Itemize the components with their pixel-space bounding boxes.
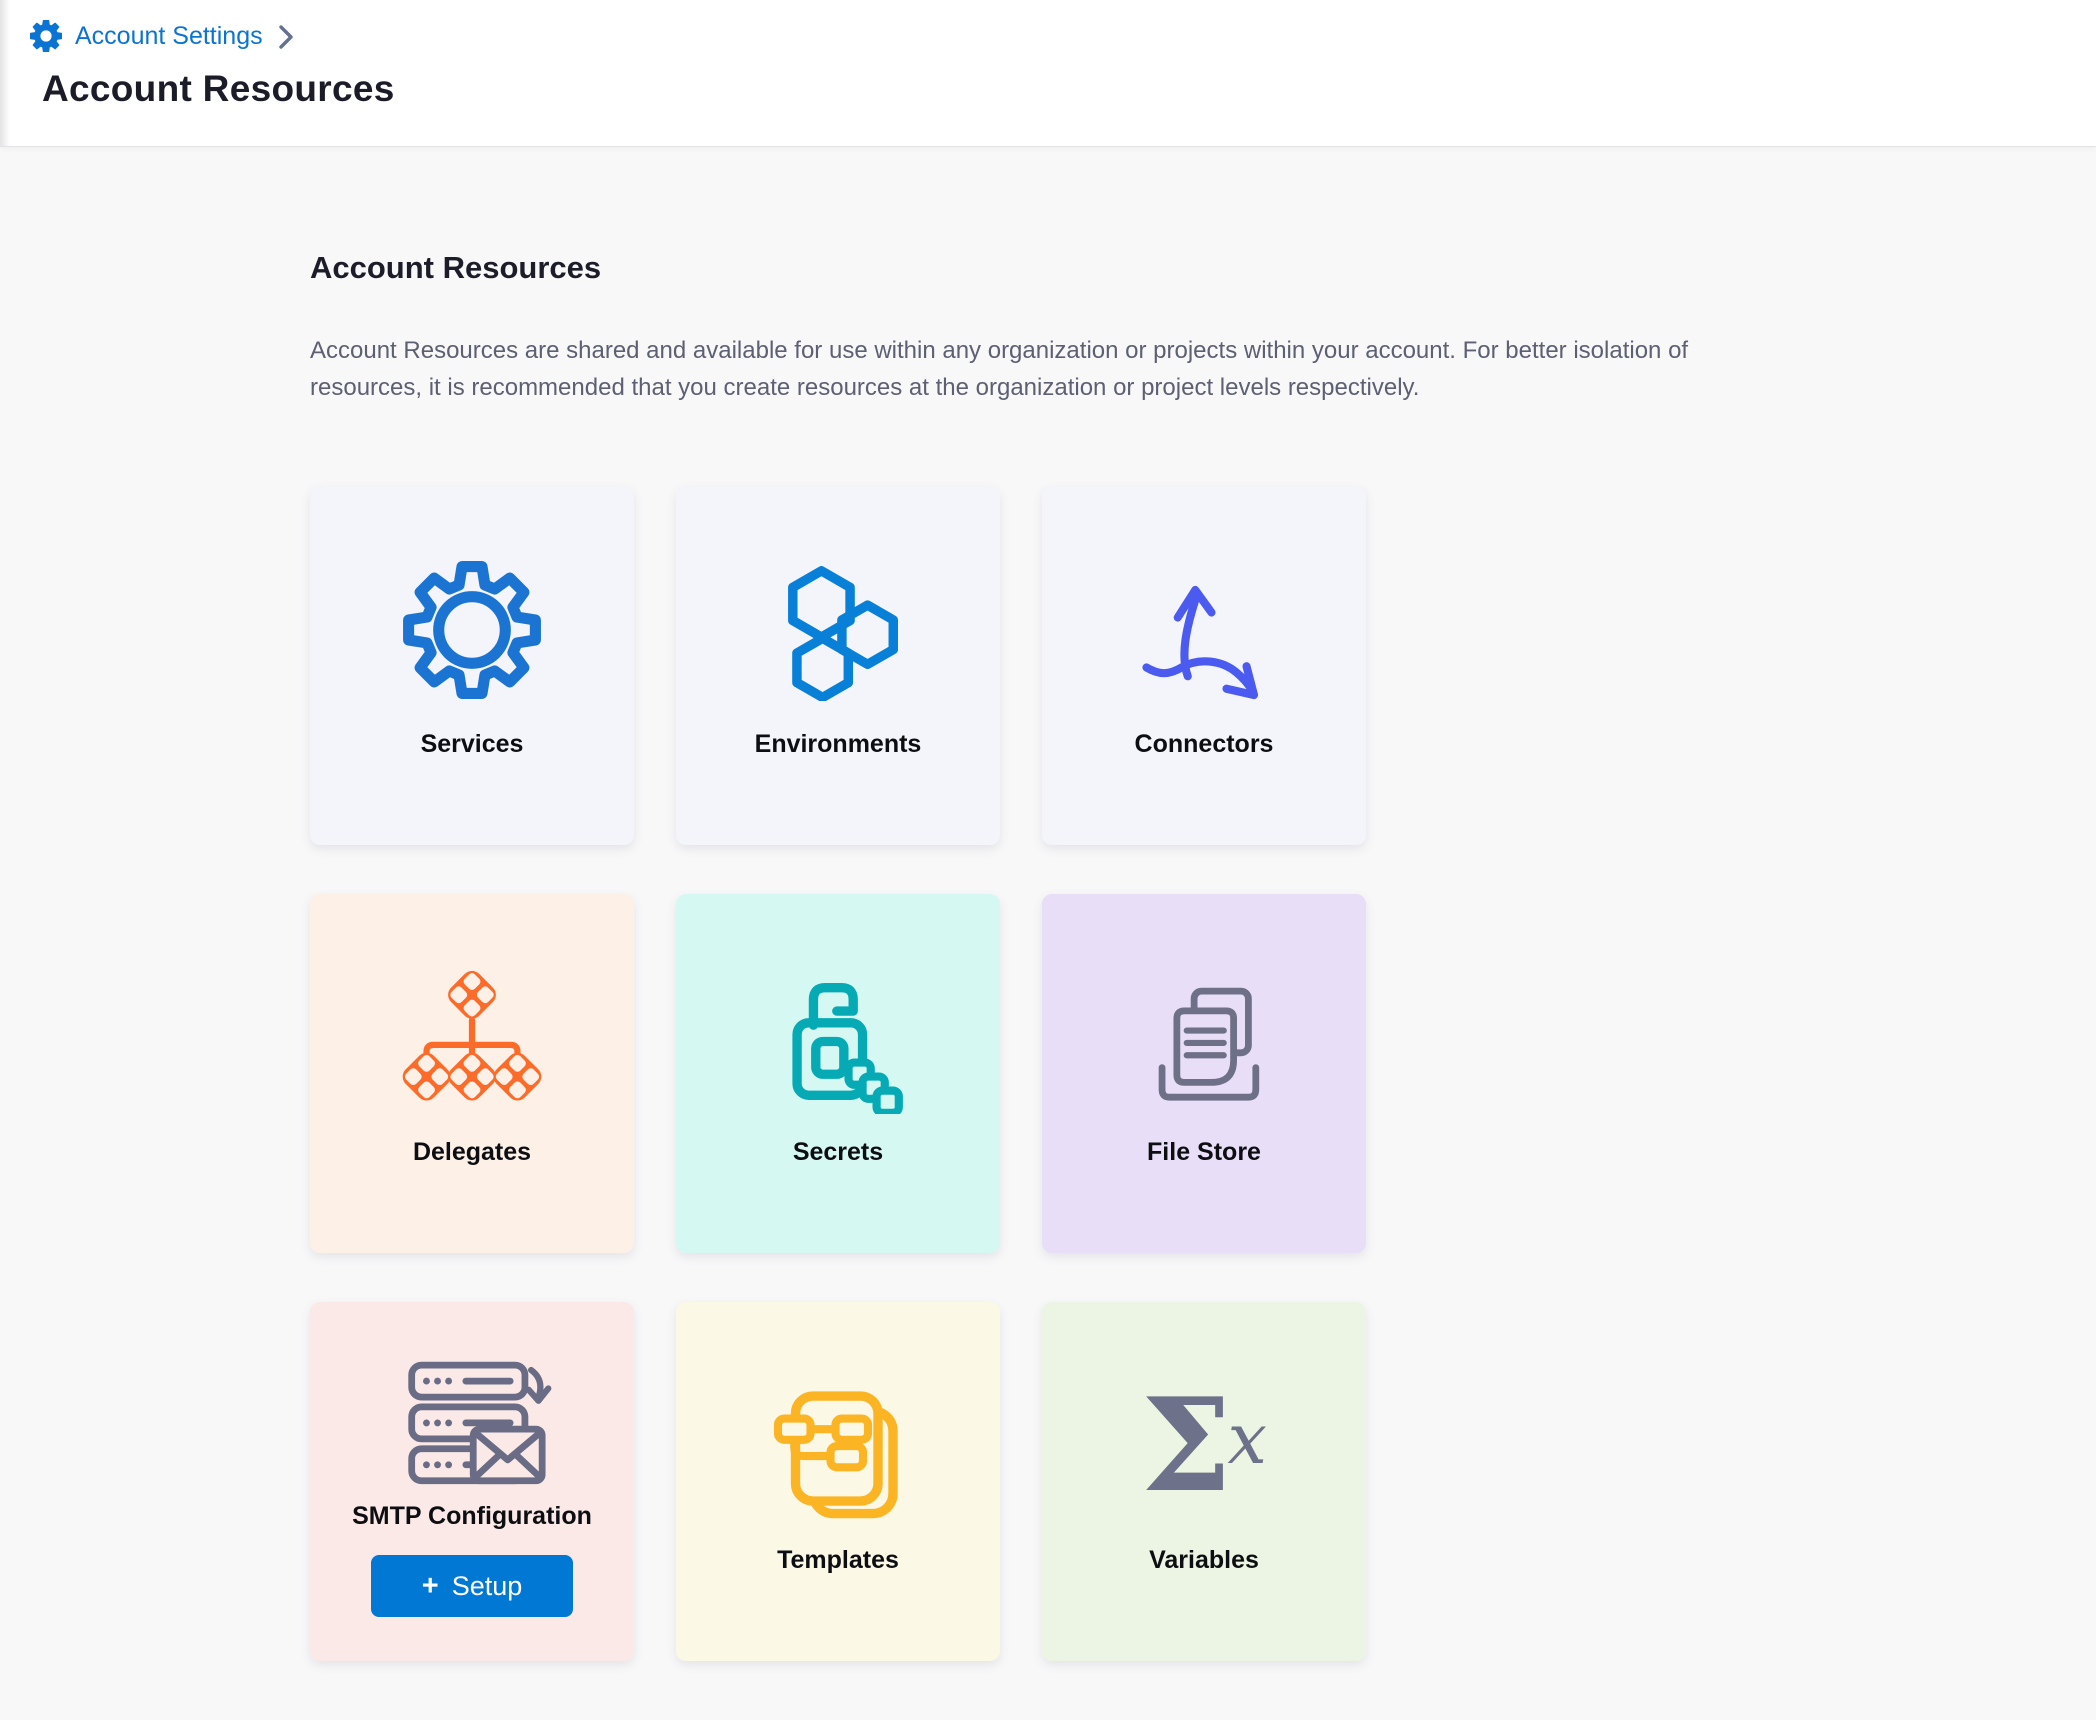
breadcrumb-account-settings-link[interactable]: Account Settings	[75, 22, 263, 51]
connectors-arrows-icon	[1129, 554, 1279, 706]
card-label: SMTP Configuration	[352, 1502, 592, 1531]
chevron-right-icon	[278, 24, 294, 50]
templates-cards-icon	[763, 1370, 913, 1522]
card-secrets[interactable]: Secrets	[676, 894, 1000, 1253]
card-label: Delegates	[413, 1138, 531, 1167]
card-label: Templates	[777, 1546, 899, 1575]
resource-cards-grid: Services Environments	[310, 486, 2096, 1661]
x-glyph: x	[1228, 1398, 1267, 1480]
card-label: File Store	[1147, 1138, 1261, 1167]
card-connectors[interactable]: Connectors	[1042, 486, 1366, 845]
card-variables[interactable]: Σ x Variables	[1042, 1302, 1366, 1661]
file-store-documents-icon	[1130, 962, 1278, 1114]
card-label: Secrets	[793, 1138, 883, 1167]
card-label: Services	[421, 730, 524, 759]
page-header: Account Settings Account Resources	[0, 0, 2096, 146]
card-file-store[interactable]: File Store	[1042, 894, 1366, 1253]
smtp-server-mail-icon	[392, 1342, 552, 1494]
main-content: Account Resources Account Resources are …	[0, 146, 2096, 1661]
secrets-lock-icon	[762, 962, 914, 1114]
plus-icon: +	[422, 1570, 439, 1603]
sigma-glyph: Σ	[1141, 1382, 1232, 1510]
services-gear-icon	[398, 554, 546, 706]
setup-button-label: Setup	[452, 1571, 523, 1602]
card-label: Environments	[755, 730, 922, 759]
card-label: Connectors	[1135, 730, 1274, 759]
card-delegates[interactable]: Delegates	[310, 894, 634, 1253]
card-services[interactable]: Services	[310, 486, 634, 845]
card-smtp-configuration[interactable]: SMTP Configuration + Setup	[310, 1302, 634, 1661]
delegates-tree-icon	[397, 962, 547, 1114]
account-settings-gear-icon	[30, 20, 62, 52]
setup-button[interactable]: + Setup	[371, 1555, 573, 1617]
section-heading: Account Resources	[310, 250, 2096, 286]
variables-sigma-icon: Σ x	[1141, 1370, 1267, 1522]
card-environments[interactable]: Environments	[676, 486, 1000, 845]
section-description: Account Resources are shared and availab…	[310, 332, 1762, 406]
page-title: Account Resources	[42, 68, 2096, 110]
environments-hexagons-icon	[767, 554, 909, 706]
breadcrumb: Account Settings	[30, 20, 2096, 52]
card-label: Variables	[1149, 1546, 1259, 1575]
card-templates[interactable]: Templates	[676, 1302, 1000, 1661]
